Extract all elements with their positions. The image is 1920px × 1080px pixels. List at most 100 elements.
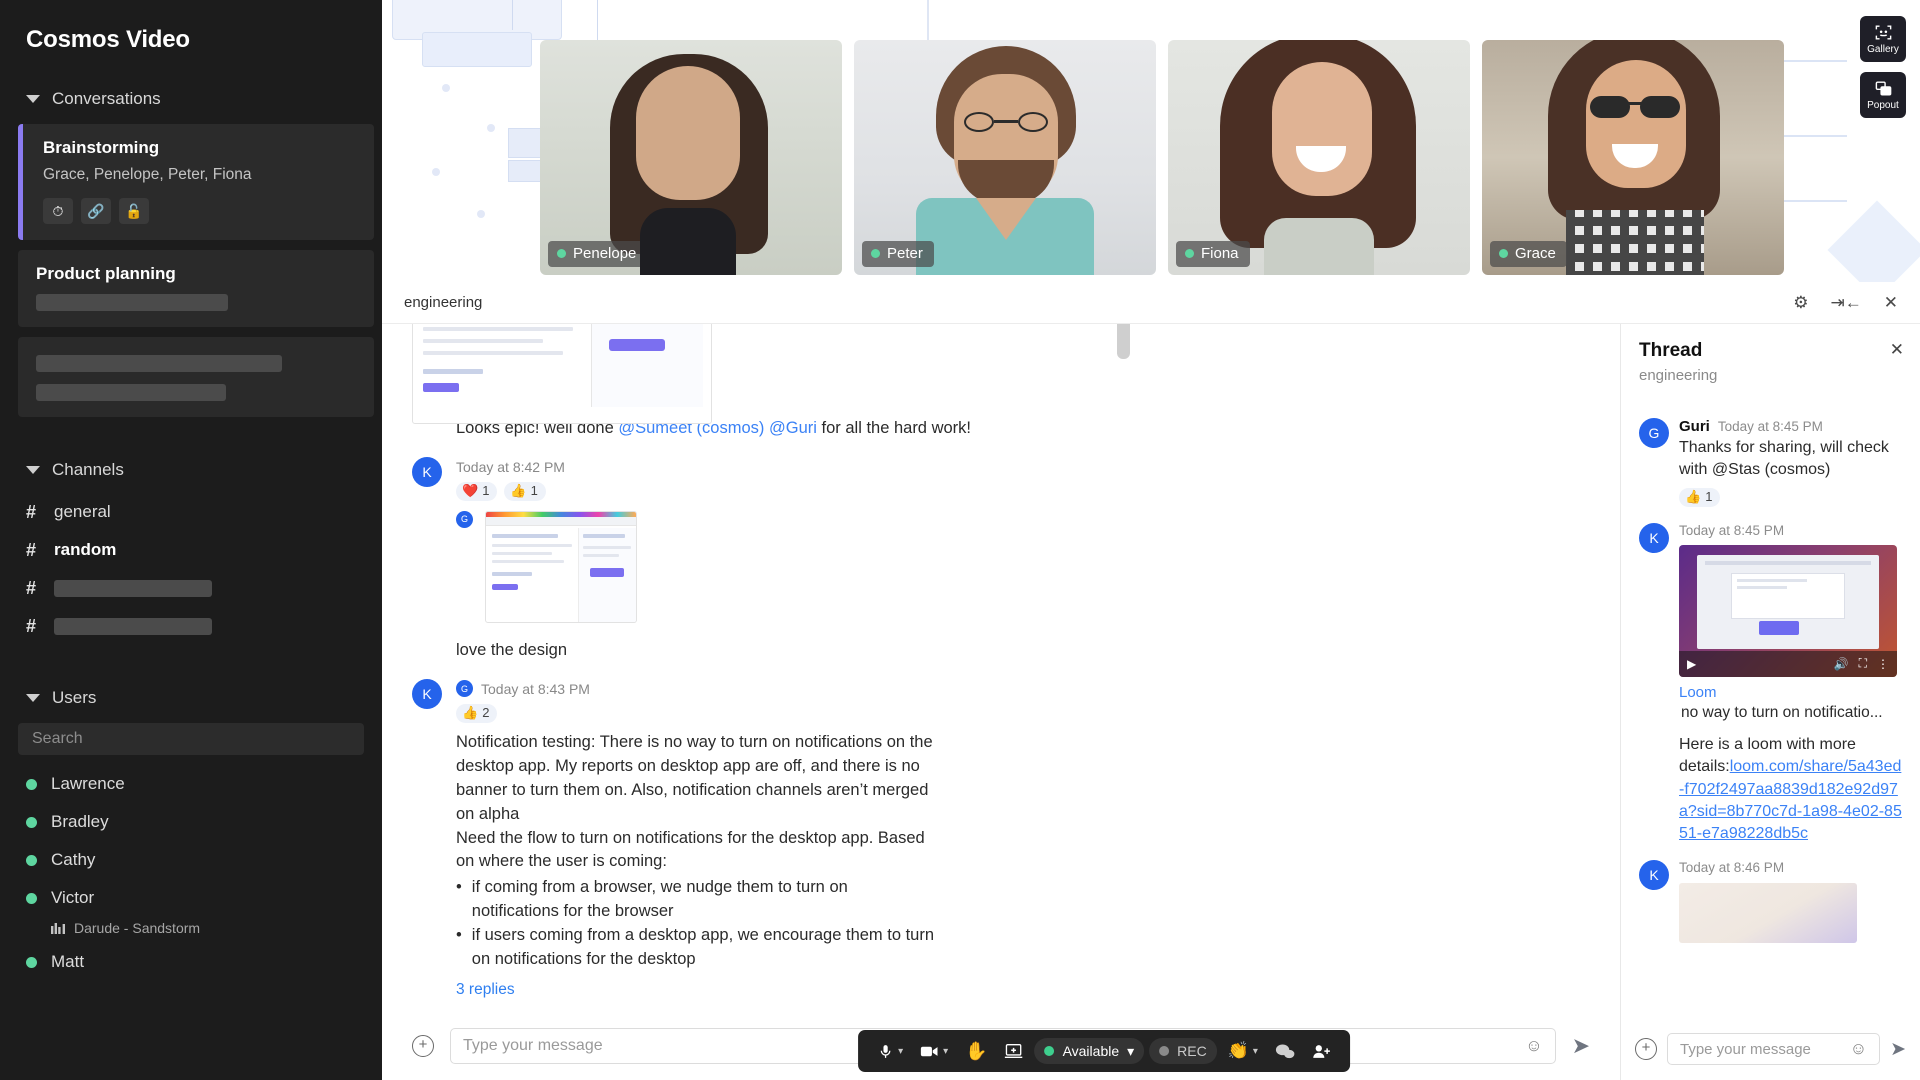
camera-button[interactable]: ▾ (914, 1044, 954, 1059)
thread-reactions: 👍 1 (1679, 487, 1902, 507)
sidebar-section-users[interactable]: Users (0, 683, 382, 713)
participant-name-chip: Peter (862, 241, 934, 267)
video-tile-peter[interactable]: Peter (854, 40, 1156, 275)
channels-label: Channels (52, 460, 124, 479)
sidebar-user-matt[interactable]: Matt (0, 943, 382, 981)
chevron-down-icon[interactable]: ▾ (898, 1046, 903, 1057)
chevron-down-icon[interactable]: ▾ (1253, 1046, 1258, 1057)
participant-name: Fiona (1201, 245, 1239, 262)
conversation-item-product-planning[interactable]: Product planning (18, 250, 374, 327)
message-attachment-screenshot[interactable] (485, 510, 637, 623)
emoji-icon[interactable]: ☺ (1525, 1036, 1542, 1056)
thread-header: Thread engineering (1621, 324, 1920, 384)
chat-body: K Today at 8:42 PM Looks epic! well done… (382, 324, 1620, 1080)
loom-thumbnail[interactable]: ▶ 🔊 ⛶ ⋮ (1679, 544, 1897, 677)
gallery-button[interactable]: Gallery (1860, 16, 1906, 62)
message-reactions: 👍 2 (456, 703, 1590, 723)
user-search-input[interactable]: Search (18, 723, 364, 755)
popout-icon (1875, 81, 1891, 96)
status-dot-online (26, 892, 37, 904)
participant-name: Penelope (573, 245, 637, 262)
message-attachment-screenshot[interactable] (412, 324, 712, 424)
chat-toggle-button[interactable] (1269, 1043, 1301, 1060)
sidebar-item-channel-placeholder[interactable]: # (0, 569, 382, 607)
participant-name-chip: Fiona (1176, 241, 1250, 267)
sidebar-user-victor[interactable]: Victor (0, 879, 382, 917)
emoji-icon[interactable]: ☺ (1850, 1039, 1867, 1059)
mention-guri[interactable]: @Guri (769, 419, 817, 437)
reaction-thumbsup[interactable]: 👍 1 (1679, 487, 1721, 507)
link-icon[interactable]: 🔗 (81, 198, 111, 224)
loom-player-controls[interactable]: ▶ 🔊 ⛶ ⋮ (1679, 650, 1897, 677)
chevron-down-icon[interactable]: ▾ (1127, 1043, 1134, 1060)
invite-people-button[interactable] (1306, 1043, 1337, 1060)
timer-icon[interactable]: ⏱ (43, 198, 73, 224)
sidebar-user-bradley[interactable]: Bradley (0, 803, 382, 841)
plus-circle-icon[interactable]: + (412, 1035, 434, 1057)
send-icon[interactable]: ➤ (1890, 1038, 1906, 1061)
reaction-thumbsup[interactable]: 👍 1 (504, 481, 546, 501)
play-icon[interactable]: ▶ (1687, 657, 1696, 671)
video-tiles: Penelope Peter Fiona Grace (540, 40, 1784, 275)
message-list-scrollbar[interactable] (1117, 324, 1130, 359)
send-icon[interactable]: ➤ (1572, 1033, 1590, 1059)
plus-circle-icon[interactable]: + (1635, 1038, 1657, 1060)
avatar: K (412, 678, 442, 709)
record-button[interactable]: REC (1149, 1038, 1217, 1064)
add-person-icon (1313, 1044, 1330, 1058)
sidebar-item-channel-random[interactable]: # random (0, 531, 382, 569)
unlock-icon[interactable]: 🔓 (119, 198, 149, 224)
fullscreen-icon[interactable]: ⛶ (1859, 656, 1867, 671)
message-item[interactable]: K G Today at 8:43 PM 👍 2 Notification te… (412, 678, 1590, 999)
thread-message-list[interactable]: G Guri Today at 8:45 PM Thanks for shari… (1621, 400, 1920, 1018)
loom-provider[interactable]: Loom (1679, 684, 1897, 701)
thread-attachment-image[interactable] (1679, 882, 1857, 943)
close-icon[interactable]: ✕ (1884, 293, 1898, 313)
message-item[interactable]: K Today at 8:42 PM ❤️ 1 👍 1 G love the d… (412, 456, 1590, 663)
user-name: Cathy (51, 850, 96, 869)
bullet-text: if coming from a browser, we nudge them … (471, 878, 848, 921)
message-list[interactable]: K Today at 8:42 PM Looks epic! well done… (382, 324, 1620, 1012)
message-paragraph: Notification testing: There is no way to… (456, 732, 933, 823)
more-icon[interactable]: ⋮ (1877, 657, 1889, 671)
chevron-down-icon[interactable]: ▾ (943, 1046, 948, 1057)
conversation-item-placeholder[interactable] (18, 337, 374, 417)
sidebar-section-conversations[interactable]: Conversations (0, 84, 382, 114)
thread-message-item[interactable]: G Guri Today at 8:45 PM Thanks for shari… (1639, 418, 1902, 507)
video-tile-fiona[interactable]: Fiona (1168, 40, 1470, 275)
thread-message-item[interactable]: K Today at 8:45 PM ▶ 🔊 ⛶ ⋮ Loom no way t… (1639, 522, 1902, 846)
video-tile-grace[interactable]: Grace (1482, 40, 1784, 275)
thread-replies-link[interactable]: 3 replies (456, 981, 1590, 999)
sidebar-user-cathy[interactable]: Cathy (0, 841, 382, 879)
sidebar-item-channel-placeholder[interactable]: # (0, 607, 382, 645)
conversation-item-brainstorming[interactable]: Brainstorming Grace, Penelope, Peter, Fi… (18, 124, 374, 240)
volume-icon[interactable]: 🔊 (1834, 657, 1849, 671)
availability-status-dropdown[interactable]: Available ▾ (1034, 1038, 1145, 1064)
message-timestamp: Today at 8:42 PM (456, 458, 565, 475)
screen-share-button[interactable] (999, 1043, 1030, 1059)
bullet-dot: • (456, 878, 462, 897)
message-bullets: • if coming from a browser, we nudge the… (456, 876, 938, 972)
status-dot-online (1499, 249, 1508, 258)
popout-button[interactable]: Popout (1860, 72, 1906, 118)
microphone-button[interactable]: ▾ (871, 1043, 909, 1060)
raise-hand-button[interactable]: ✋ (959, 1041, 993, 1062)
message-paragraph: Need the flow to turn on notifications f… (456, 828, 925, 871)
sidebar-item-channel-general[interactable]: # general (0, 493, 382, 531)
reaction-thumbsup[interactable]: 👍 2 (456, 703, 498, 723)
loom-attachment[interactable]: ▶ 🔊 ⛶ ⋮ Loom no way to turn on notificat… (1679, 544, 1897, 722)
participant-name-chip: Grace (1490, 241, 1567, 267)
sidebar-user-lawrence[interactable]: Lawrence (0, 765, 382, 803)
thread-message-input[interactable]: Type your message ☺ (1667, 1033, 1881, 1065)
message-text: love the design (456, 640, 567, 659)
reaction-heart[interactable]: ❤️ 1 (456, 481, 498, 501)
chat-channel-name: engineering (404, 294, 483, 311)
close-icon[interactable]: ✕ (1890, 340, 1904, 360)
gear-icon[interactable]: ⚙ (1793, 293, 1808, 313)
video-tile-penelope[interactable]: Penelope (540, 40, 842, 275)
reaction-button[interactable]: 👏 ▾ (1222, 1041, 1264, 1061)
sidebar-section-channels[interactable]: Channels (0, 455, 382, 485)
collapse-icon[interactable]: ⇥← (1831, 293, 1862, 313)
thread-message-item[interactable]: K Today at 8:46 PM (1639, 859, 1902, 943)
chevron-down-icon (26, 694, 40, 702)
